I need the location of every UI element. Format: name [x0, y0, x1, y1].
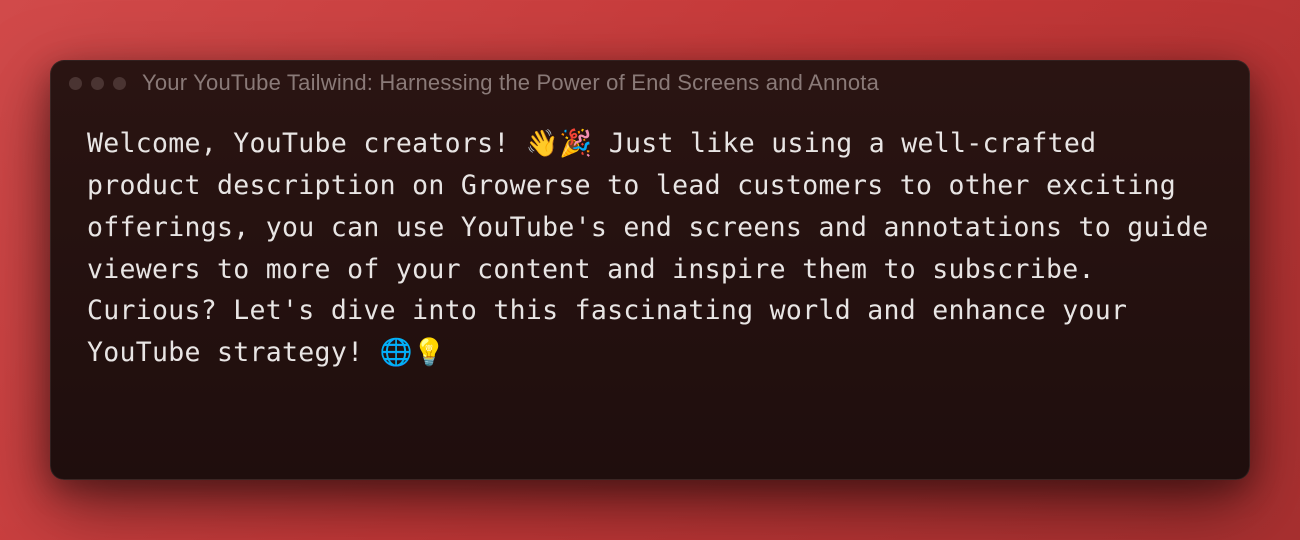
window-title: Your YouTube Tailwind: Harnessing the Po…: [142, 70, 879, 96]
minimize-button[interactable]: [91, 77, 104, 90]
close-button[interactable]: [69, 77, 82, 90]
app-window: Your YouTube Tailwind: Harnessing the Po…: [50, 60, 1250, 480]
titlebar: Your YouTube Tailwind: Harnessing the Po…: [51, 61, 1249, 105]
traffic-lights: [69, 77, 126, 90]
content-body: Welcome, YouTube creators! 👋🎉 Just like …: [51, 105, 1249, 479]
maximize-button[interactable]: [113, 77, 126, 90]
